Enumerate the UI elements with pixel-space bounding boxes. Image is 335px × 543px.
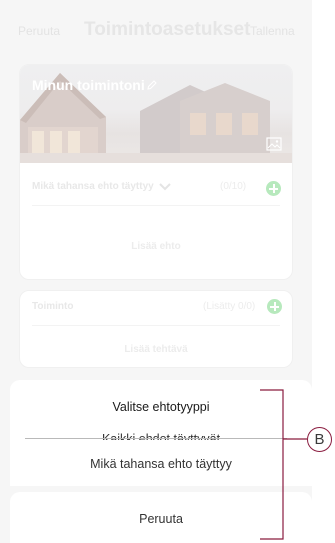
callout-badge: B — [307, 427, 332, 452]
callout-bracket — [260, 389, 307, 540]
